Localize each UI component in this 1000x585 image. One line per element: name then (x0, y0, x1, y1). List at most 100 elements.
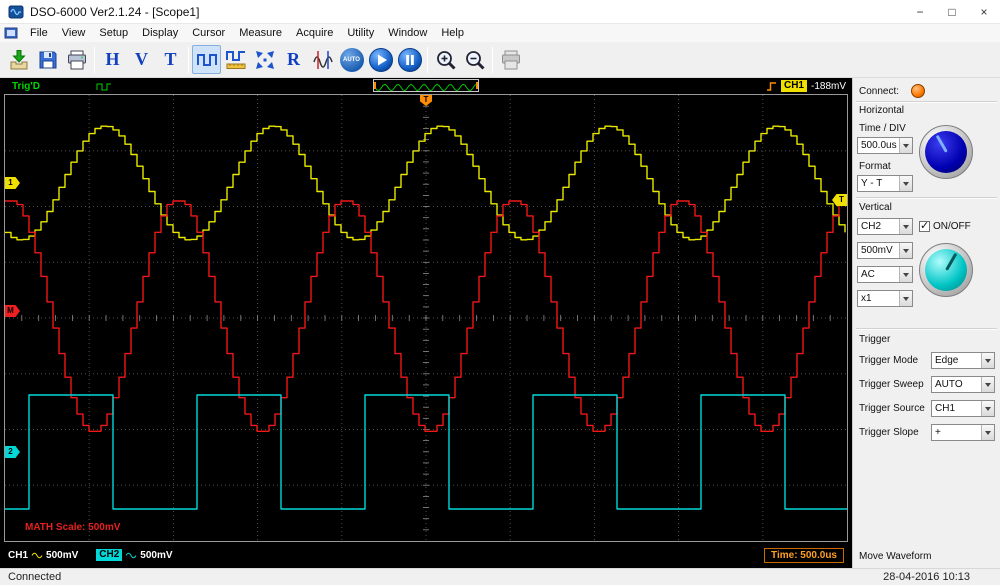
trigger-level-readout: -188mV (811, 81, 846, 92)
record-start-marker (374, 82, 376, 89)
chevron-down-icon[interactable] (899, 219, 912, 234)
cursor-measure-button[interactable] (308, 45, 337, 74)
maximize-button[interactable]: □ (936, 0, 968, 23)
timebase-readout: Time: 500.0us (764, 548, 844, 563)
onoff-label: ON/OFF (933, 221, 971, 232)
toolbar-separator (94, 47, 95, 73)
format-label: Format (859, 161, 891, 172)
ch1-sine-trace (5, 126, 845, 240)
channel-select[interactable]: CH2 (857, 218, 913, 235)
app-icon (8, 4, 24, 20)
minimize-button[interactable]: − (904, 0, 936, 23)
vertical-section-title: Vertical (859, 202, 892, 213)
auto-icon: AUTO (340, 48, 364, 72)
oscilloscope-area: Trig'D CH1 -188mV (0, 78, 852, 568)
horizontal-setup-button[interactable]: H (98, 45, 127, 74)
chevron-down-icon[interactable] (899, 138, 912, 153)
save-icon (36, 48, 60, 72)
chevron-down-icon[interactable] (899, 267, 912, 282)
ch1-label: CH1 (8, 550, 28, 561)
application-window: DSO-6000 Ver2.1.24 - [Scope1] − □ × File… (0, 0, 1000, 585)
connection-status: Connected (8, 571, 61, 583)
chevron-down-icon[interactable] (981, 401, 994, 416)
expand-arrows-icon (253, 48, 277, 72)
menu-display[interactable]: Display (135, 24, 185, 42)
trigger-section-title: Trigger (859, 334, 890, 345)
knob-pointer-icon (945, 253, 957, 271)
coupling-select[interactable]: AC (857, 266, 913, 283)
ch2-label-chip: CH2 (96, 549, 122, 561)
ch1-scale: 500mV (46, 550, 78, 561)
square-wave-ruler-icon (224, 48, 248, 72)
vertical-setup-button[interactable]: V (127, 45, 156, 74)
trigger-source-chip: CH1 (781, 80, 807, 92)
child-window-icon (4, 26, 18, 40)
panel-separator (856, 197, 997, 199)
trigger-mode-label: Trigger Mode (859, 355, 918, 366)
record-end-marker (476, 82, 478, 89)
toolbar-separator (492, 47, 493, 73)
chevron-down-icon[interactable] (981, 425, 994, 440)
trigger-source-select[interactable]: CH1 (931, 400, 995, 417)
play-icon (368, 47, 394, 73)
horizontal-knob[interactable] (919, 125, 973, 179)
trigger-slope-label: Trigger Slope (859, 427, 919, 438)
scope-channel-bar: CH1 500mV CH2 500mV Time: 500.0us (0, 542, 852, 568)
connect-device-button[interactable] (4, 45, 33, 74)
trigger-edge-icon (766, 81, 777, 92)
status-bar: Connected 28-04-2016 10:13 (0, 568, 1000, 585)
save-button[interactable] (33, 45, 62, 74)
printer-icon (65, 48, 89, 72)
menu-acquire[interactable]: Acquire (289, 24, 340, 42)
close-button[interactable]: × (968, 0, 1000, 23)
toolbar-separator (188, 47, 189, 73)
volt-div-select[interactable]: 500mV (857, 242, 913, 259)
waveform-cursors-icon (311, 48, 335, 72)
trigger-source-label: Trigger Source (859, 403, 925, 414)
zoom-out-icon (463, 48, 487, 72)
chevron-down-icon[interactable] (981, 353, 994, 368)
pause-icon (397, 47, 423, 73)
chevron-down-icon[interactable] (899, 291, 912, 306)
menu-utility[interactable]: Utility (340, 24, 381, 42)
channel-onoff-checkbox[interactable] (919, 221, 930, 232)
menu-view[interactable]: View (55, 24, 93, 42)
chevron-down-icon[interactable] (899, 243, 912, 258)
menu-window[interactable]: Window (381, 24, 434, 42)
probe-select[interactable]: x1 (857, 290, 913, 307)
printer-grey-icon (499, 48, 523, 72)
zoom-in-button[interactable] (431, 45, 460, 74)
menu-setup[interactable]: Setup (92, 24, 135, 42)
vertical-knob[interactable] (919, 243, 973, 297)
record-button[interactable]: R (279, 45, 308, 74)
trigger-mode-select[interactable]: Edge (931, 352, 995, 369)
autoscale-button[interactable] (250, 45, 279, 74)
autoset-button[interactable]: AUTO (337, 45, 366, 74)
toolbar-separator (427, 47, 428, 73)
menu-help[interactable]: Help (434, 24, 471, 42)
ch2-scale: 500mV (140, 550, 172, 561)
zoom-out-button[interactable] (460, 45, 489, 74)
ch1-readout[interactable]: CH1 500mV (8, 550, 78, 561)
menu-measure[interactable]: Measure (232, 24, 289, 42)
connect-button[interactable] (911, 84, 925, 98)
menu-cursor[interactable]: Cursor (185, 24, 232, 42)
run-button[interactable] (366, 45, 395, 74)
trigger-setup-button[interactable]: T (156, 45, 185, 74)
measure-waveform-button[interactable] (221, 45, 250, 74)
trigger-slope-select[interactable]: + (931, 424, 995, 441)
trigger-sweep-select[interactable]: AUTO (931, 376, 995, 393)
print-button[interactable] (62, 45, 91, 74)
chevron-down-icon[interactable] (981, 377, 994, 392)
chevron-down-icon[interactable] (899, 176, 912, 191)
print-preview-button[interactable] (496, 45, 525, 74)
menu-file[interactable]: File (23, 24, 55, 42)
stop-button[interactable] (395, 45, 424, 74)
ch2-readout[interactable]: CH2 500mV (96, 549, 172, 561)
trigger-readout: CH1 -188mV (766, 80, 846, 92)
time-div-select[interactable]: 500.0us (857, 137, 913, 154)
waveform-display-button[interactable] (192, 45, 221, 74)
format-select[interactable]: Y - T (857, 175, 913, 192)
trigger-status: Trig'D (12, 81, 40, 92)
record-preview[interactable] (373, 79, 479, 92)
